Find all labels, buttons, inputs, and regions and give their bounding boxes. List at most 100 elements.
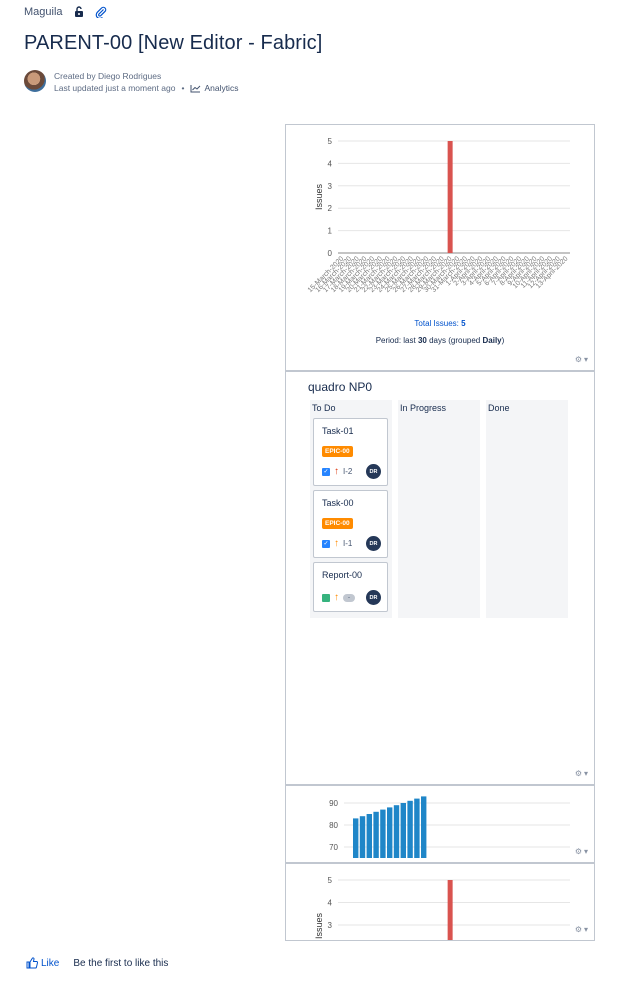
y-tick-label: 90 [329,799,338,808]
chevron-down-icon: ▾ [583,355,588,364]
chevron-down-icon: ▾ [583,847,588,856]
total-issues-label: Total Issues: [414,319,459,328]
issues-chart-gadget: 0 1 2 3 4 5 Issues 15-March-2020 16-March-2020 17… [285,124,595,371]
bar [447,880,453,940]
trend-bar-chart: 70 80 90 [329,796,570,858]
column-header: In Progress [400,403,447,413]
period-prefix: Period: last [375,336,416,345]
column-header: To Do [312,403,336,413]
y-tick-label: 2 [328,204,333,213]
period-mid: days (grouped [429,336,481,345]
period-group: Daily [482,336,502,345]
analytics-icon [190,84,201,92]
epic-label[interactable]: EPIC-00 [322,446,353,457]
board-column-in-progress: In Progress [398,400,480,618]
board-column-todo: To Do Task-01 EPIC-00 ✓ ↑ I-2 DR Task-00… [310,400,392,618]
bar [447,141,453,253]
bar [359,816,366,858]
card-title: Task-01 [322,426,354,436]
bar [373,811,379,858]
bar [400,803,406,858]
like-section: Like Be the first to like this [26,957,168,969]
trend-chart-gadget: 70 80 90 ⚙ ▾ [285,785,595,863]
gadget-settings-button[interactable]: ⚙ ▾ [575,769,588,778]
thumbs-up-icon [26,957,38,969]
like-status: Be the first to like this [73,957,169,969]
bar [407,800,413,858]
board-title: quadro NP0 [308,380,373,394]
analytics-link[interactable]: Analytics [190,82,238,94]
breadcrumb-space[interactable]: Maguila [24,6,63,18]
gear-icon: ⚙ [574,925,582,934]
epic-label[interactable]: EPIC-00 [322,518,353,529]
byline: Created by Diego Rodrigues Last updated … [24,70,238,94]
board-gadget: quadro NP0 To Do Task-01 EPIC-00 ✓ ↑ I-2… [285,371,595,785]
y-tick-label: 80 [329,821,338,830]
y-tick-label: 5 [328,876,333,885]
attachment-icon[interactable] [95,6,107,18]
assignee-avatar[interactable]: DR [366,590,381,605]
board-card[interactable]: Task-01 EPIC-00 ✓ ↑ I-2 DR [313,418,388,486]
issues-bar-chart-2: 3 4 5 Issues [314,876,570,940]
y-axis-label: Issues [314,912,324,939]
y-tick-label: 0 [328,249,333,258]
board-card[interactable]: Task-00 EPIC-00 ✓ ↑ I-1 DR [313,490,388,558]
y-tick-label: 1 [328,227,333,236]
issue-key: I-2 [343,467,353,476]
bar [387,807,393,858]
priority-medium-icon: ↑ [334,538,339,549]
y-tick-label: 70 [329,843,338,852]
gear-icon: ⚙ [574,847,582,856]
issues-bar-chart: 012345Issues15-March-202016-March-202017… [307,137,570,294]
bar [421,796,427,858]
chevron-down-icon: ▾ [583,769,588,778]
separator: • [181,83,185,93]
total-issues-value: 5 [461,319,466,328]
gadget-settings-button[interactable]: ⚙ ▾ [575,925,588,934]
bar [366,814,372,858]
priority-high-icon: ↑ [334,466,339,477]
story-type-icon [322,593,330,602]
card-title: Report-00 [322,570,363,580]
last-updated[interactable]: Last updated just a moment ago [54,82,175,94]
author-avatar[interactable] [24,70,46,92]
y-tick-label: 4 [328,159,333,168]
y-tick-label: 3 [328,921,333,930]
breadcrumb: Maguila [24,6,107,18]
page-title: PARENT-00 [New Editor - Fabric] [24,32,323,54]
y-axis-label: Issues [314,183,324,210]
period-summary: Period: last 30 days (grouped Daily) [286,336,594,345]
y-tick-label: 3 [328,182,333,191]
gear-icon: ⚙ [574,355,582,364]
gear-icon: ⚙ [574,769,582,778]
like-label: Like [41,957,60,969]
gadget-settings-button[interactable]: ⚙ ▾ [575,847,588,856]
total-issues[interactable]: Total Issues: 5 [286,319,594,328]
column-header: Done [488,403,510,413]
bar [414,798,420,858]
assignee-avatar[interactable]: DR [366,536,381,551]
assignee-avatar[interactable]: DR [366,464,381,479]
period-suffix: ) [501,336,505,345]
y-tick-label: 5 [328,137,333,146]
issue-key: - [343,593,355,602]
bar [353,818,359,858]
board-card[interactable]: Report-00 ↑ - DR [313,562,388,612]
created-by: Created by Diego Rodrigues [54,71,162,81]
task-type-icon: ✓ [322,467,330,476]
bar [393,805,400,858]
issues-chart-gadget-2: 3 4 5 Issues ⚙ ▾ [285,863,595,941]
like-button[interactable]: Like [26,957,59,969]
issue-key: I-1 [343,539,353,548]
task-type-icon: ✓ [322,539,330,548]
card-title: Task-00 [322,498,354,508]
bar [380,809,386,858]
unlock-icon[interactable] [73,6,85,18]
y-tick-label: 4 [328,899,333,908]
analytics-label: Analytics [204,83,239,93]
priority-medium-icon: ↑ [334,592,339,603]
period-days: 30 [417,336,427,345]
gadget-settings-button[interactable]: ⚙ ▾ [575,355,588,364]
board-column-done: Done [486,400,568,618]
chevron-down-icon: ▾ [583,925,588,934]
